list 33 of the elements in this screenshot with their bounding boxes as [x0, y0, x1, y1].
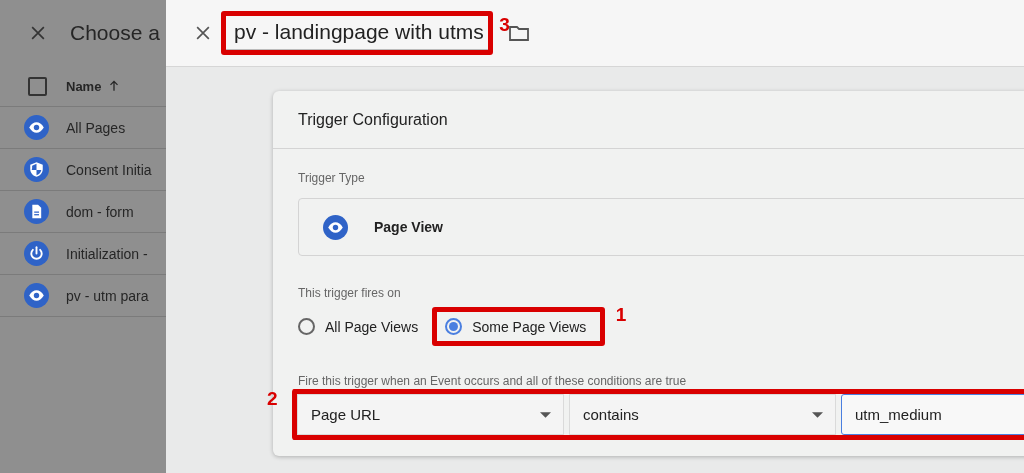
- caret-icon: [812, 411, 823, 418]
- document-icon: [24, 199, 49, 224]
- variable-dropdown[interactable]: Page URL: [297, 394, 564, 435]
- trigger-name[interactable]: All Pages: [66, 119, 126, 136]
- panel-title: Choose a: [70, 21, 160, 45]
- trigger-name[interactable]: dom - form: [66, 203, 134, 220]
- trigger-name[interactable]: Initialization -: [66, 245, 148, 262]
- eye-icon: [24, 115, 49, 140]
- card-title: Trigger Configuration: [298, 110, 448, 129]
- section-label: This trigger fires on: [298, 286, 401, 300]
- annotation-number: 1: [615, 304, 627, 326]
- section-label: Trigger Type: [298, 171, 365, 185]
- radio-button[interactable]: [445, 318, 463, 335]
- annotation-number: 2: [267, 388, 278, 410]
- eye-icon: [24, 283, 49, 308]
- trigger-type-selector[interactable]: Page View: [298, 198, 1024, 256]
- eye-icon: [323, 214, 348, 240]
- checkbox[interactable]: [28, 76, 47, 96]
- column-header[interactable]: Name: [66, 78, 102, 94]
- operator-dropdown[interactable]: contains: [569, 394, 836, 435]
- radio-button[interactable]: [298, 318, 315, 335]
- annotation-number: 3: [499, 14, 510, 36]
- trigger-name[interactable]: pv - utm para: [66, 287, 149, 304]
- power-icon: [24, 241, 49, 266]
- trigger-name[interactable]: Consent Initia: [66, 161, 152, 178]
- radio-label[interactable]: Some Page Views: [472, 318, 587, 335]
- shield-icon: [24, 157, 49, 182]
- name-field[interactable]: pv - landingpage with utms: [226, 16, 488, 50]
- caret-icon: [540, 411, 551, 418]
- section-label: Fire this trigger when an Event occurs and all of these conditions are true: [298, 374, 687, 388]
- value-field[interactable]: utm_medium: [841, 394, 1024, 435]
- radio-label[interactable]: All Page Views: [325, 318, 419, 335]
- trigger-type-name: Page View: [374, 219, 443, 235]
